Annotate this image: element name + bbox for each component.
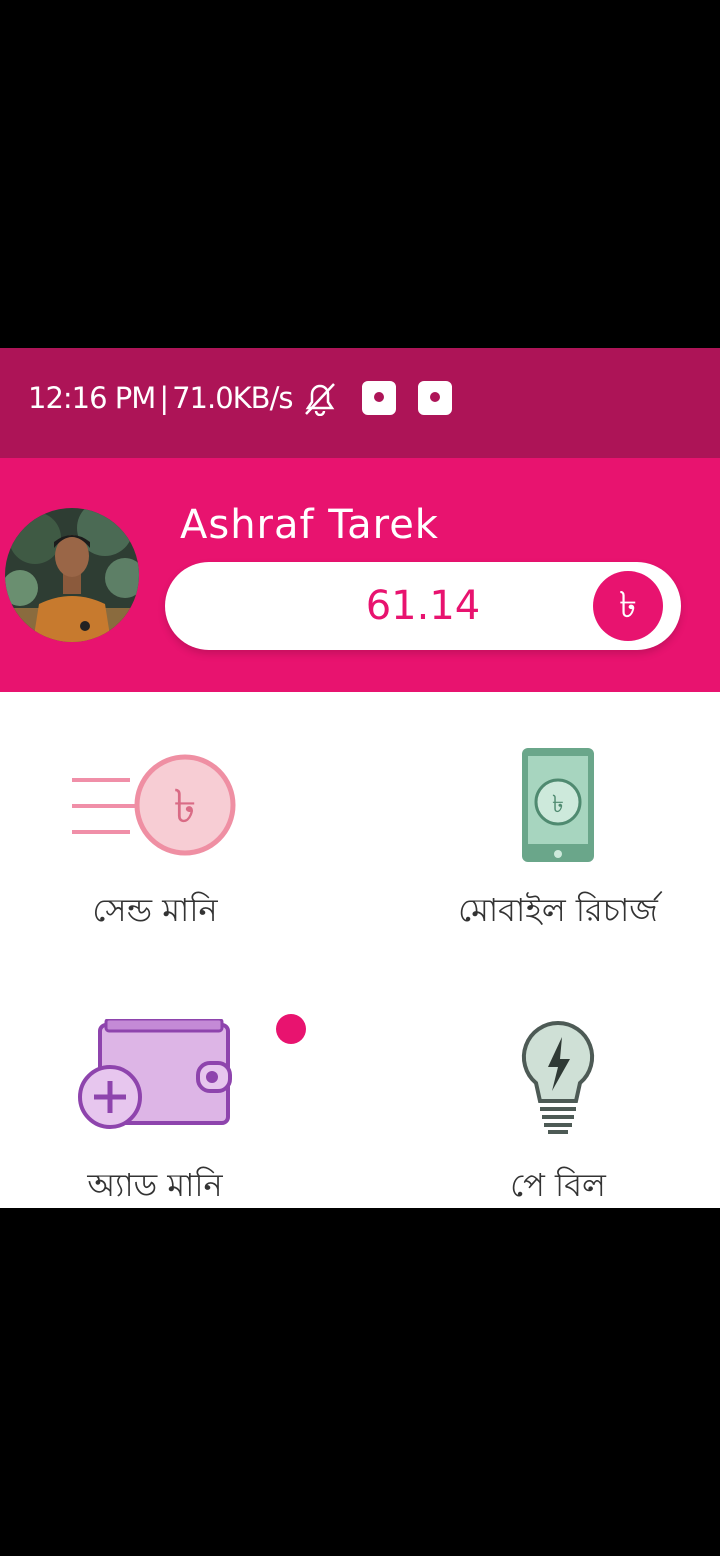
status-separator: | — [159, 381, 169, 415]
svg-text:৳: ৳ — [174, 779, 197, 833]
add-money-wallet-icon — [78, 1019, 232, 1129]
service-pay-bill[interactable]: পে বিল — [430, 1013, 690, 1208]
send-money-icon: ৳ — [72, 754, 236, 856]
service-add-money[interactable]: অ্যাড মানি — [40, 1013, 280, 1208]
status-time: 12:16 PM — [28, 381, 156, 415]
service-send-money[interactable]: ৳ সেন্ড মানি — [40, 738, 280, 938]
touch-indicator-dot — [276, 1014, 306, 1044]
pay-bill-bulb-icon — [521, 1020, 595, 1134]
network-speed: 71.0KB/s — [172, 381, 293, 415]
avatar-photo — [5, 508, 139, 642]
download-icon — [418, 381, 452, 415]
bell-off-icon — [305, 383, 335, 416]
mobile-recharge-icon: ৳ — [522, 748, 594, 862]
service-label: মোবাইল রিচার্জ — [458, 891, 658, 929]
service-label: সেন্ড মানি — [92, 891, 218, 929]
taka-currency-icon[interactable]: ৳ — [593, 571, 663, 641]
service-label: পে বিল — [510, 1166, 606, 1204]
service-label: অ্যাড মানি — [87, 1166, 223, 1204]
balance-pill[interactable]: 61.14 ৳ — [165, 562, 681, 650]
svg-text:৳: ৳ — [552, 790, 564, 818]
app-screen: 12:16 PM | 71.0KB/s Ashraf Tarek 61.14 ৳… — [0, 348, 720, 1208]
status-bar: 12:16 PM | 71.0KB/s — [0, 348, 720, 458]
status-text: 12:16 PM | 71.0KB/s — [28, 378, 293, 418]
download-icon — [362, 381, 396, 415]
account-header: Ashraf Tarek 61.14 ৳ — [0, 458, 720, 692]
user-name: Ashraf Tarek — [180, 502, 439, 548]
status-icons — [300, 380, 452, 416]
service-mobile-recharge[interactable]: ৳ মোবাইল রিচার্জ — [430, 738, 690, 938]
avatar[interactable] — [5, 508, 139, 642]
